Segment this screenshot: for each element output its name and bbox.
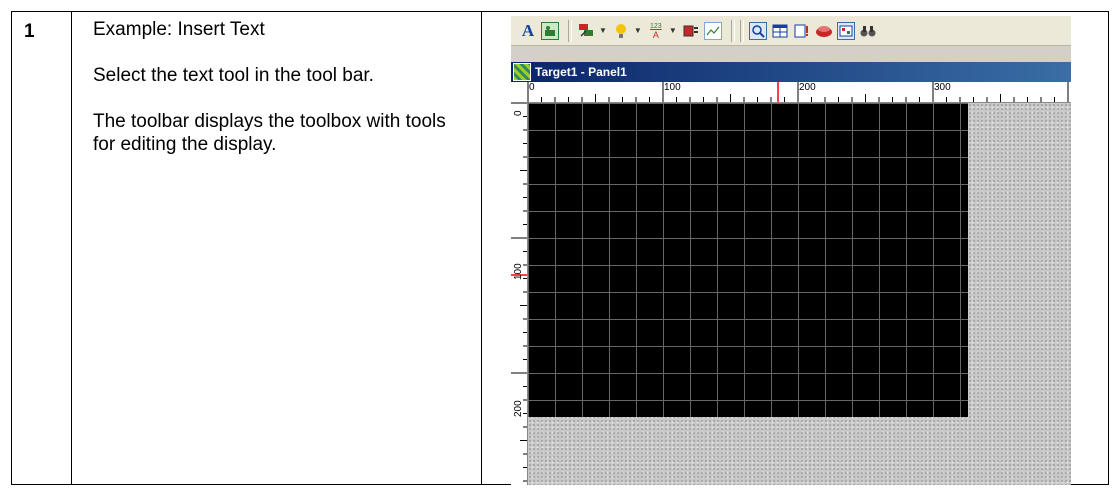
horizontal-ruler: 0 100 200 300 (527, 82, 1071, 103)
vertical-ruler-ticks (511, 102, 527, 482)
toolbar-separator (730, 19, 735, 42)
toolbar-separator (568, 19, 572, 42)
trend-icon[interactable] (703, 21, 722, 40)
zoom-icon[interactable] (748, 21, 767, 40)
ruler-vlabel-200: 200 (513, 400, 524, 417)
display-panel[interactable] (528, 103, 968, 417)
ruler-vlabel-100: 100 (513, 263, 524, 280)
text-tool-icon[interactable]: A (519, 21, 537, 40)
step-number: 1 (24, 21, 35, 42)
button-icon[interactable] (682, 22, 700, 40)
number-format-icon[interactable]: 123 A (647, 22, 665, 40)
fill-color-icon[interactable] (577, 22, 595, 40)
panel-window-icon (513, 63, 531, 81)
instruction-step-text: Select the text tool in the tool bar. (93, 65, 374, 86)
lightbulb-icon[interactable] (612, 22, 630, 40)
red-object-icon[interactable] (815, 22, 833, 40)
instruction-heading: Example: Insert Text (93, 19, 265, 40)
dropdown-arrow-icon[interactable]: ▼ (599, 26, 607, 35)
binoculars-icon[interactable] (859, 22, 877, 40)
editor-screenshot: A ▼ ▼ 123 A ▼ Target1 - Panel1 0 100 200… (511, 16, 1071, 485)
ruler-label-100: 100 (664, 82, 681, 93)
toolbox-toolbar: A ▼ ▼ 123 A ▼ (511, 16, 1071, 46)
editor-workspace[interactable] (528, 103, 1071, 485)
ruler-vlabel-0: 0 (513, 110, 524, 116)
toolbar-separator (739, 19, 744, 42)
alarm-icon[interactable] (793, 22, 811, 40)
ruler-label-300: 300 (934, 82, 951, 93)
ruler-corner (511, 82, 528, 103)
instruction-text: Example: Insert Text Select the text too… (93, 18, 473, 179)
column-divider (481, 12, 482, 484)
ruler-label-200: 200 (799, 82, 816, 93)
column-divider (71, 12, 72, 484)
image-icon[interactable] (541, 21, 559, 40)
dropdown-arrow-icon[interactable]: ▼ (634, 26, 642, 35)
table-icon[interactable] (771, 22, 789, 40)
window-title: Target1 - Panel1 (535, 65, 627, 79)
vertical-ruler: 0 100 200 (511, 102, 528, 485)
instruction-description: The toolbar displays the toolbox with to… (93, 111, 446, 155)
dropdown-arrow-icon[interactable]: ▼ (669, 26, 677, 35)
window-title-bar[interactable]: Target1 - Panel1 (511, 62, 1071, 82)
ruler-label-0: 0 (529, 82, 535, 93)
panel-icon[interactable] (836, 21, 855, 40)
